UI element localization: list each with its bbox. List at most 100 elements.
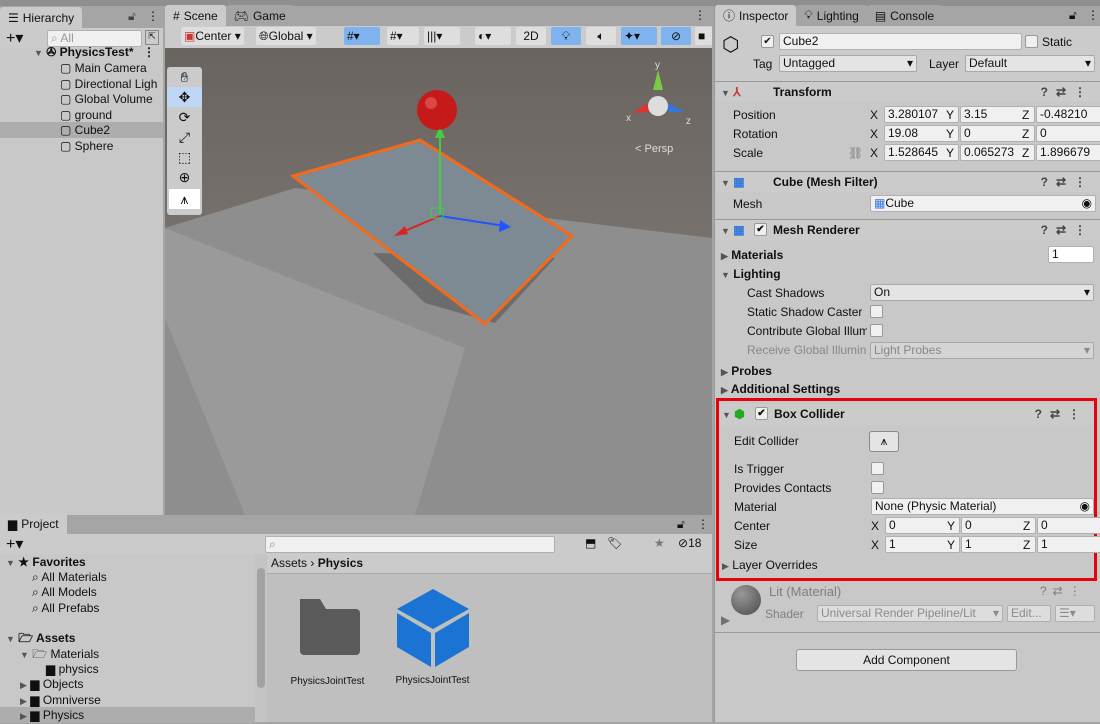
cast-shadows-dropdown[interactable]: On ▾ (870, 284, 1094, 301)
object-name-input[interactable]: Cube2 (779, 33, 1022, 50)
hierarchy-item[interactable]: ▢ Directional Ligh (0, 76, 163, 92)
lock-icon[interactable]: 🔓︎ (1069, 8, 1077, 23)
constrain-proportions-icon[interactable]: ⛓ (848, 146, 863, 160)
hierarchy-item-selected[interactable]: ▢ Cube2 (0, 122, 163, 138)
folder-item[interactable]: ▶ ▆ Omniverse (0, 692, 255, 708)
asset-item[interactable]: PhysicsJointTest (285, 597, 370, 687)
favorite-icon[interactable]: ★ (654, 536, 665, 550)
lock-icon[interactable]: 🔓︎ (677, 517, 685, 532)
hidden-objects-toggle[interactable]: ⊘ (661, 27, 691, 45)
search-by-type-icon[interactable]: ⬒ (585, 536, 596, 550)
active-checkbox[interactable]: ✔ (761, 35, 774, 48)
material-section[interactable]: ▶ Lit (Material) Shader Universal Render… (715, 581, 1100, 631)
breadcrumb-physics[interactable]: Physics (318, 556, 363, 570)
more-menu-icon[interactable]: ⋮ (697, 517, 709, 531)
breadcrumb-assets[interactable]: Assets (271, 556, 307, 570)
more-menu-icon[interactable]: ⋮ (1087, 8, 1099, 22)
tab-hierarchy[interactable]: ☰ Hierarchy (0, 7, 83, 28)
add-component-button[interactable]: Add Component (796, 649, 1017, 671)
box-collider-header[interactable]: ▼ ⬢ ✔ Box Collider ?⇄⋮ (719, 404, 1094, 425)
materials-count[interactable]: 1 (1048, 246, 1094, 263)
lock-icon[interactable]: 🔓︎ (128, 9, 136, 24)
mesh-renderer-enabled-checkbox[interactable]: ✔ (754, 223, 767, 236)
shader-dropdown[interactable]: Universal Render Pipeline/Lit ▾ (817, 605, 1003, 622)
folder-item-selected[interactable]: ▶ ▆ Physics (0, 707, 255, 723)
tab-lighting[interactable]: 💡︎ Lighting (796, 5, 867, 26)
unity-scene-icon: ✇ (46, 45, 57, 59)
rotate-tool-icon[interactable]: ⟳ (167, 107, 202, 127)
favorite-item[interactable]: ⌕ All Models (0, 584, 255, 600)
folder-item[interactable]: ▶ ▆ Objects (0, 676, 255, 692)
hierarchy-item[interactable]: ▢ Global Volume (0, 91, 163, 107)
camera-button[interactable]: ■ (695, 27, 712, 45)
asset-item[interactable]: PhysicsJointTest (385, 587, 480, 686)
favorite-item[interactable]: ⌕ All Prefabs (0, 600, 255, 616)
additional-settings-foldout[interactable]: ▶ Additional Settings (715, 381, 1100, 397)
folder-item[interactable]: ▆ physics (0, 661, 255, 677)
move-tool-icon[interactable]: ✥ (167, 87, 202, 107)
folder-item[interactable]: ▼ 🗁︎ Materials (0, 646, 255, 662)
transform-header[interactable]: ▼ ⅄ Transform ?⇄⋮ (715, 81, 1100, 102)
more-menu-icon[interactable]: ⋮ (694, 8, 706, 22)
mesh-filter-header[interactable]: ▼ ▦ Cube (Mesh Filter) ?⇄⋮ (715, 171, 1100, 192)
mesh-renderer-header[interactable]: ▼ ▦ ✔ Mesh Renderer ?⇄⋮ (715, 219, 1100, 240)
scale-tool-icon[interactable]: ⤢ (167, 127, 202, 147)
favorite-item[interactable]: ⌕ All Materials (0, 569, 255, 585)
projection-label[interactable]: < Persp (635, 143, 673, 155)
edit-collider-button[interactable]: ⩚ (869, 431, 899, 452)
2d-toggle[interactable]: 2D (516, 27, 546, 45)
scale-z-field[interactable]: 1.896679 (1036, 144, 1100, 161)
tab-project[interactable]: ▆ Project (0, 513, 67, 534)
increment-snap-button[interactable]: #▾ (387, 27, 419, 45)
center-z-field[interactable]: 0 (1037, 517, 1100, 534)
size-z-field[interactable]: 1 (1037, 536, 1100, 553)
layer-dropdown[interactable]: Default ▾ (965, 55, 1095, 72)
hierarchy-item[interactable]: ▢ Sphere (0, 138, 163, 154)
tag-dropdown[interactable]: Untagged ▾ (779, 55, 917, 72)
create-button[interactable]: +▾ (6, 534, 23, 554)
layer-overrides-foldout[interactable]: ▶ Layer Overrides (719, 557, 1094, 573)
edit-collider-tool-icon[interactable]: ⩚ (169, 189, 200, 209)
hidden-packages-toggle[interactable]: ⊘18 (678, 536, 701, 550)
hierarchy-item[interactable]: ▢ Main Camera (0, 60, 163, 76)
static-shadow-caster-checkbox[interactable] (870, 305, 883, 318)
transform-tool-icon[interactable]: ⊕ (167, 167, 202, 187)
is-trigger-checkbox[interactable] (871, 462, 884, 475)
rect-tool-icon[interactable]: ⬚ (167, 147, 202, 167)
project-search-input[interactable]: ⌕ (265, 536, 555, 553)
tab-inspector[interactable]: ⓘ Inspector (715, 5, 797, 26)
audio-toggle[interactable]: 🔈︎ (586, 27, 616, 45)
tab-console[interactable]: ▤ Console (866, 5, 943, 26)
materials-foldout[interactable]: ▶ Materials (715, 247, 1100, 263)
shader-options-button[interactable]: ☰▾ (1055, 605, 1095, 622)
align-button[interactable]: |||▾ (424, 27, 460, 45)
draw-mode-dropdown[interactable]: ◐▾ (475, 27, 511, 45)
space-dropdown[interactable]: 🌐︎Global ▾ (256, 27, 316, 45)
tab-game[interactable]: 🎮︎ Game (225, 5, 294, 26)
assets-folder[interactable]: ▼ 🗁︎ Assets (0, 630, 255, 646)
lighting-foldout[interactable]: ▼ Lighting (715, 266, 1100, 282)
contribute-gi-checkbox[interactable] (870, 324, 883, 337)
physic-material-field[interactable]: None (Physic Material) ◉ (871, 498, 1094, 515)
search-options-icon[interactable]: ⇱ (145, 30, 159, 45)
effects-dropdown[interactable]: ✦▾ (621, 27, 657, 45)
scene-viewport[interactable]: y x z < Persp (165, 48, 712, 515)
tree-scrollbar[interactable] (255, 554, 267, 722)
box-collider-enabled-checkbox[interactable]: ✔ (755, 407, 768, 420)
lighting-toggle[interactable]: 💡︎ (551, 27, 581, 45)
rotation-z-field[interactable]: 0 (1036, 125, 1100, 142)
more-menu-icon[interactable]: ⋮ (147, 9, 159, 23)
hand-tool-icon[interactable]: ✋︎ (167, 67, 202, 87)
tab-scene[interactable]: # Scene (165, 5, 226, 26)
static-checkbox[interactable] (1025, 35, 1038, 48)
hierarchy-item[interactable]: ▢ ground (0, 107, 163, 123)
mesh-field[interactable]: ▦Cube ◉ (870, 195, 1096, 212)
label-filter-icon[interactable]: 🏷︎ (607, 536, 622, 550)
scene-root[interactable]: ▼ ✇ PhysicsTest* ⋮ (0, 44, 163, 60)
grid-snap-button[interactable]: #▾ (344, 27, 380, 45)
pivot-dropdown[interactable]: ▣Center ▾ (181, 27, 244, 45)
probes-foldout[interactable]: ▶ Probes (715, 363, 1100, 379)
provides-contacts-checkbox[interactable] (871, 481, 884, 494)
position-z-field[interactable]: -0.48210 (1036, 106, 1100, 123)
edit-shader-button[interactable]: Edit... (1007, 605, 1051, 622)
